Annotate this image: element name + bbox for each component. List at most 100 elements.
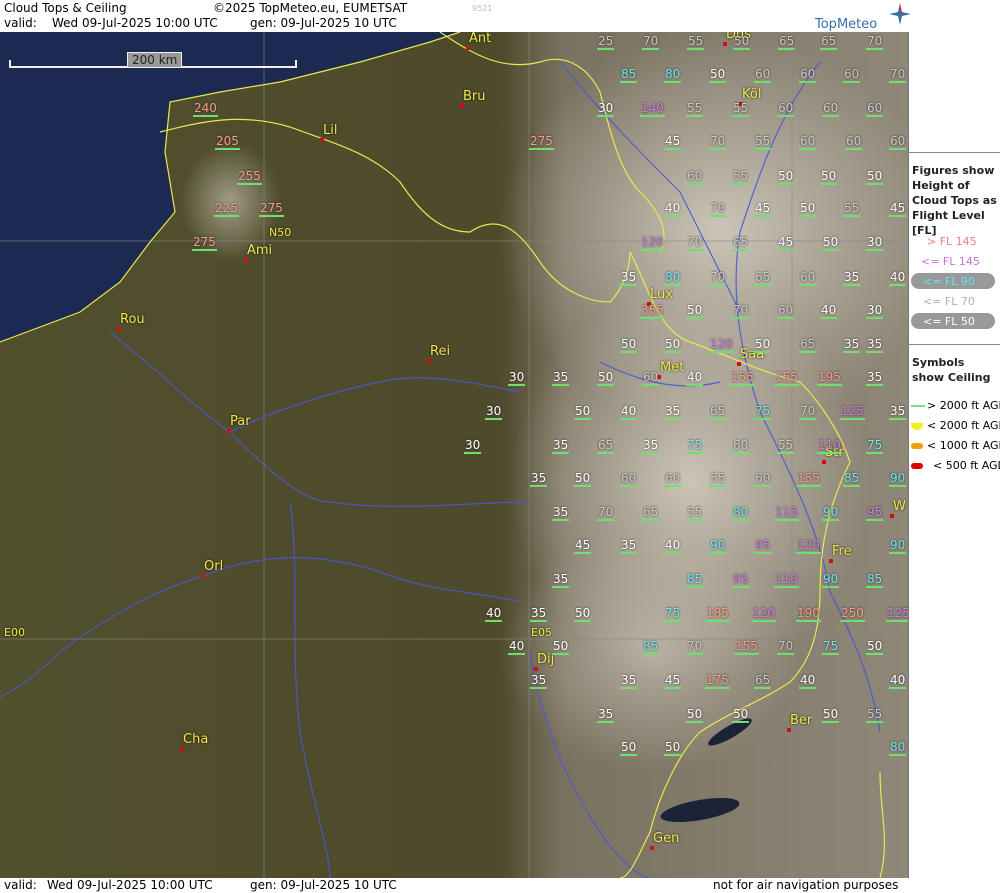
valid-label: valid: (4, 16, 37, 30)
valid-time: Wed 09-Jul-2025 10:00 UTC (52, 16, 218, 30)
cloud-top-value: 75 (754, 404, 772, 420)
cloud-top-value: 35 (866, 337, 884, 353)
header-bar: Cloud Tops & Ceiling ©2025 TopMeteo.eu, … (0, 0, 1000, 32)
cloud-top-value: 60 (664, 471, 682, 487)
city-label: Par (230, 414, 251, 429)
cloud-top-value: 45 (664, 673, 682, 689)
cloud-top-value: 30 (464, 438, 482, 454)
cloud-top-value: 60 (822, 101, 840, 117)
latitude-label: N50 (269, 226, 292, 239)
legend-tops-label-1: <= FL 145 (921, 255, 980, 268)
city-marker (201, 574, 205, 578)
cloud-top-value: 205 (215, 134, 240, 150)
city-marker (723, 42, 727, 46)
scale-bar: 200 km (9, 52, 297, 70)
cloud-top-value: 70 (709, 270, 727, 286)
cloud-top-value: 50 (620, 740, 638, 756)
city-marker (180, 747, 184, 751)
cloud-top-value: 275 (259, 201, 284, 217)
cloud-top-value: 95 (866, 505, 884, 521)
cloud-top-value: 55 (686, 101, 704, 117)
chart-title: Cloud Tops & Ceiling (4, 1, 127, 15)
city-label: Ami (247, 243, 273, 258)
cloud-top-value: 120 (796, 538, 821, 554)
city-label: Ant (469, 32, 492, 46)
legend-ceiling-label-3: < 500 ft AGL (933, 459, 1000, 472)
cloud-top-value: 85 (843, 471, 861, 487)
legend-ceiling-item-1: < 2000 ft AGL (927, 419, 1000, 432)
ceiling-high-icon (911, 405, 925, 407)
legend-ceiling-heading: Symbols show Ceiling (912, 356, 991, 384)
satellite-map[interactable]: 200 km N50 E00 E05 Ant Bru Lil Ami Rou Rei Par… (0, 32, 908, 878)
cloud-top-value: 50 (799, 201, 817, 217)
cloud-top-value: 55 (687, 34, 705, 50)
city-marker (466, 46, 470, 50)
cloud-top-value: 50 (733, 34, 751, 50)
legend-ceiling-label-0: > 2000 ft AGL (927, 399, 1000, 412)
cloud-top-value: 50 (574, 606, 592, 622)
city-label: Rei (430, 344, 451, 359)
cloud-top-value: 70 (709, 134, 727, 150)
cloud-top-value: 155 (774, 370, 799, 386)
cloud-top-value: 95 (754, 538, 772, 554)
cloud-top-value: 60 (642, 370, 660, 386)
cloud-top-value: 70 (889, 67, 907, 83)
run-code: 9521 (472, 4, 493, 13)
cloud-top-value: 40 (799, 673, 817, 689)
cloud-top-value: 35 (843, 270, 861, 286)
legend-tops-item-3: <= FL 70 (923, 295, 975, 308)
cloud-top-value: 60 (732, 438, 750, 454)
cloud-top-value: 60 (686, 169, 704, 185)
legend-tops-item-4: <= FL 50 (923, 315, 975, 328)
legend-tops-label-4: <= FL 50 (923, 315, 975, 328)
legend-tops-item-1: <= FL 145 (921, 255, 980, 268)
cloud-top-value: 40 (889, 270, 907, 286)
cloud-top-value: 70 (686, 639, 704, 655)
city-marker (890, 514, 894, 518)
cloud-top-value: 70 (777, 639, 795, 655)
footer-valid-label: valid: (4, 878, 37, 892)
cloud-top-value: 190 (796, 606, 821, 622)
cloud-top-value: 155 (734, 639, 759, 655)
cloud-top-value: 75 (664, 606, 682, 622)
cloud-top-value: 30 (485, 404, 503, 420)
cloud-top-value: 35 (664, 404, 682, 420)
cloud-top-value: 60 (845, 134, 863, 150)
footer-valid-time: Wed 09-Jul-2025 10:00 UTC (47, 878, 213, 892)
cloud-top-value: 50 (866, 639, 884, 655)
cloud-top-value: 30 (866, 235, 884, 251)
cloud-top-value: 275 (529, 134, 554, 150)
cloud-top-value: 90 (822, 505, 840, 521)
city-label: Orl (204, 559, 224, 574)
cloud-top-value: 50 (574, 404, 592, 420)
cloud-top-value: 70 (642, 34, 660, 50)
cloud-top-value: 30 (597, 101, 615, 117)
cloud-top-value: 35 (530, 471, 548, 487)
city-label: Cha (183, 732, 209, 747)
cloud-top-value: 50 (777, 169, 795, 185)
cloud-top-value: 65 (732, 235, 750, 251)
legend-cloud-tops: Figures show Height of Cloud Tops as Fli… (909, 152, 1000, 373)
cloud-top-value: 40 (664, 538, 682, 554)
cloud-top-value: 50 (820, 169, 838, 185)
cloud-top-value: 60 (843, 67, 861, 83)
cloud-top-value: 120 (640, 235, 665, 251)
legend-ceiling-item-3: < 500 ft AGL (933, 459, 1000, 472)
cloud-top-value: 275 (192, 235, 217, 251)
cloud-top-value: 90 (889, 471, 907, 487)
cloud-top-value: 70 (732, 303, 750, 319)
legend-tops-item-2: <= FL 90 (923, 275, 975, 288)
cloud-top-value: 65 (778, 34, 796, 50)
cloud-top-value: 95 (732, 572, 750, 588)
cloud-top-value: 140 (640, 101, 665, 117)
legend-tops-item-0: > FL 145 (927, 235, 977, 248)
cloud-top-value: 35 (843, 337, 861, 353)
cloud-top-value: 90 (889, 538, 907, 554)
cloud-top-value: 55 (754, 134, 772, 150)
footer-generation-time: gen: 09-Jul-2025 10 UTC (250, 878, 397, 892)
cloud-top-value: 60 (754, 471, 772, 487)
cloud-top-value: 40 (485, 606, 503, 622)
map-background (0, 32, 908, 878)
cloud-top-value: 70 (866, 34, 884, 50)
city-label: Gen (653, 831, 680, 846)
